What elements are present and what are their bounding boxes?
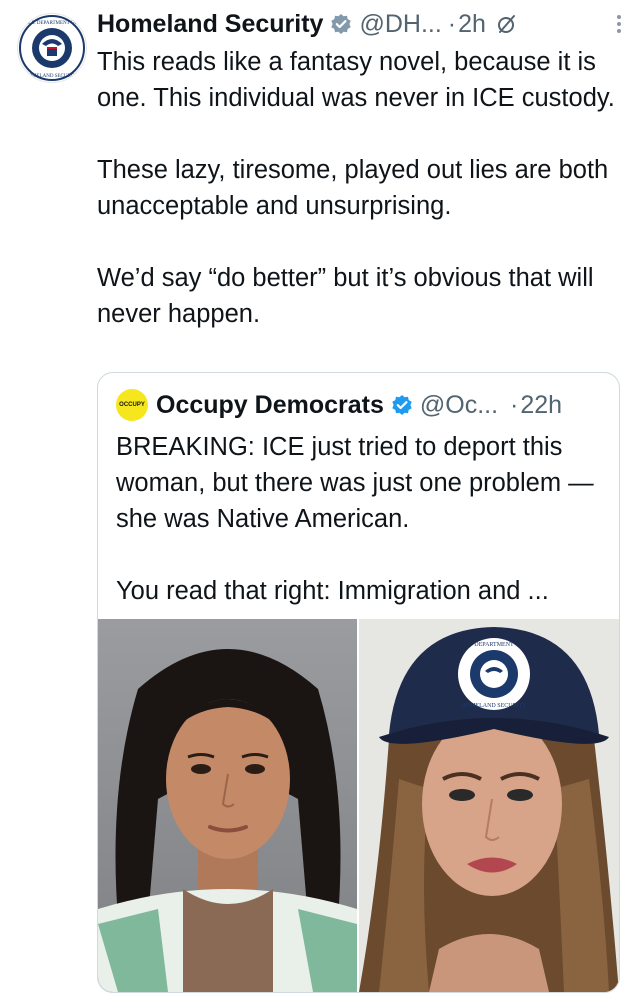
post: Homeland Security @DH... · 2h This reads… (97, 4, 627, 332)
dhs-cap-photo[interactable]: DEPARTMENT HOMELAND SECURITY (359, 619, 619, 992)
occupy-avatar-label: OCCUPY (119, 402, 145, 408)
separator-dot: · (447, 9, 457, 38)
seal-text-bottom: HOMELAND SECURITY (25, 74, 80, 79)
cap-text-top: DEPARTMENT (474, 642, 514, 648)
grok-icon[interactable] (496, 13, 518, 35)
quoted-paragraph-1: BREAKING: ICE just tried to deport this … (116, 433, 594, 533)
dhs-seal-icon: U.S. DEPARTMENT OF HOMELAND SECURITY (19, 15, 85, 81)
quoted-post-header: OCCUPY Occupy Democrats @Oc... · 22h (116, 387, 605, 423)
post-paragraph-2: These lazy, tiresome, played out lies ar… (97, 156, 609, 220)
cap-text-bottom: HOMELAND SECURITY (461, 703, 527, 709)
author-name[interactable]: Homeland Security (97, 10, 323, 39)
post-body: This reads like a fantasy novel, because… (97, 44, 627, 332)
separator-dot: · (510, 390, 519, 419)
post-paragraph-3: We’d say “do better” but it’s obvious th… (97, 264, 594, 328)
more-options-icon[interactable] (617, 15, 621, 33)
author-handle[interactable]: @DH... (359, 10, 441, 39)
occupy-democrats-avatar[interactable]: OCCUPY (116, 389, 148, 421)
verified-badge-icon[interactable] (330, 13, 352, 35)
seal-text-top: U.S. DEPARTMENT OF (27, 21, 78, 26)
post-time[interactable]: 2h (458, 10, 486, 39)
quoted-post-time[interactable]: 22h (520, 391, 562, 420)
quoted-post-body: BREAKING: ICE just tried to deport this … (116, 429, 606, 609)
dhs-seal-avatar[interactable]: U.S. DEPARTMENT OF HOMELAND SECURITY (17, 13, 87, 83)
mugshot-photo[interactable] (98, 619, 357, 992)
quoted-author-name[interactable]: Occupy Democrats (156, 391, 384, 420)
verified-badge-icon[interactable] (391, 394, 413, 416)
quoted-paragraph-2: You read that right: Immigration and ... (116, 577, 549, 605)
post-header: Homeland Security @DH... · 2h (97, 4, 627, 44)
post-paragraph-1: This reads like a fantasy novel, because… (97, 48, 615, 112)
quoted-author-handle[interactable]: @Oc... (420, 391, 498, 420)
quoted-post-card[interactable]: OCCUPY Occupy Democrats @Oc... · 22h BRE… (97, 372, 620, 993)
